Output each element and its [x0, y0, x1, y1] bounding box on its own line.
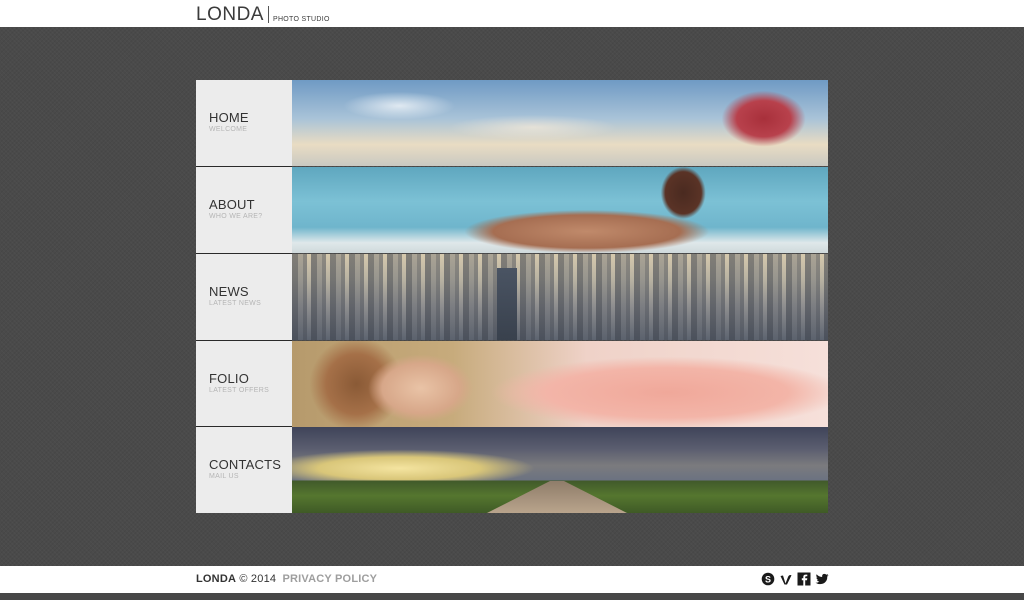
bottom-strip — [0, 593, 1024, 600]
skype-icon[interactable]: S — [761, 572, 775, 586]
menu-item-title: CONTACTS — [209, 457, 282, 472]
menu-photo-portrait — [292, 341, 828, 427]
svg-text:S: S — [765, 574, 771, 584]
logo-text: LONDA — [196, 4, 264, 25]
menu-label-box: FOLIO LATEST OFFERS — [196, 341, 292, 427]
site-logo[interactable]: LONDA PHOTO STUDIO — [196, 4, 330, 24]
menu-item-title: NEWS — [209, 284, 249, 299]
menu-item-title: HOME — [209, 110, 249, 125]
menu-item-title: FOLIO — [209, 371, 250, 386]
menu-photo-road — [292, 427, 828, 513]
menu-item-subtitle: LATEST NEWS — [209, 300, 262, 307]
main-menu: HOME WELCOME ABOUT WHO WE ARE? NEWS LATE… — [196, 80, 828, 513]
menu-item-subtitle: WHO WE ARE? — [209, 213, 263, 220]
facebook-icon[interactable] — [797, 572, 811, 586]
menu-item-title: ABOUT — [209, 197, 255, 212]
vimeo-icon[interactable] — [779, 572, 793, 586]
twitter-icon[interactable] — [815, 572, 829, 586]
menu-item-news[interactable]: NEWS LATEST NEWS — [196, 254, 828, 340]
menu-item-subtitle: LATEST OFFERS — [209, 387, 270, 394]
copyright: LONDA © 2014 PRIVACY POLICY — [196, 573, 377, 585]
menu-item-subtitle: WELCOME — [209, 126, 248, 133]
menu-label-box: NEWS LATEST NEWS — [196, 254, 292, 340]
menu-label-box: HOME WELCOME — [196, 80, 292, 166]
footer-bar: LONDA © 2014 PRIVACY POLICY S — [0, 566, 1024, 593]
menu-item-folio[interactable]: FOLIO LATEST OFFERS — [196, 341, 828, 427]
logo-divider — [267, 6, 269, 23]
footer-brand: LONDA — [196, 573, 237, 585]
menu-photo-pool — [292, 167, 828, 253]
privacy-policy-link[interactable]: PRIVACY POLICY — [282, 573, 377, 585]
menu-item-subtitle: MAIL US — [209, 473, 239, 480]
menu-item-contacts[interactable]: CONTACTS MAIL US — [196, 427, 828, 513]
menu-item-home[interactable]: HOME WELCOME — [196, 80, 828, 166]
menu-label-box: ABOUT WHO WE ARE? — [196, 167, 292, 253]
menu-photo-sky — [292, 80, 828, 166]
social-links: S — [761, 572, 829, 586]
menu-photo-city — [292, 254, 828, 340]
menu-item-about[interactable]: ABOUT WHO WE ARE? — [196, 167, 828, 253]
header-bar: LONDA PHOTO STUDIO — [0, 0, 1024, 27]
logo-tagline: PHOTO STUDIO — [272, 16, 330, 23]
copyright-year: © 2014 — [239, 573, 277, 585]
menu-label-box: CONTACTS MAIL US — [196, 427, 292, 513]
